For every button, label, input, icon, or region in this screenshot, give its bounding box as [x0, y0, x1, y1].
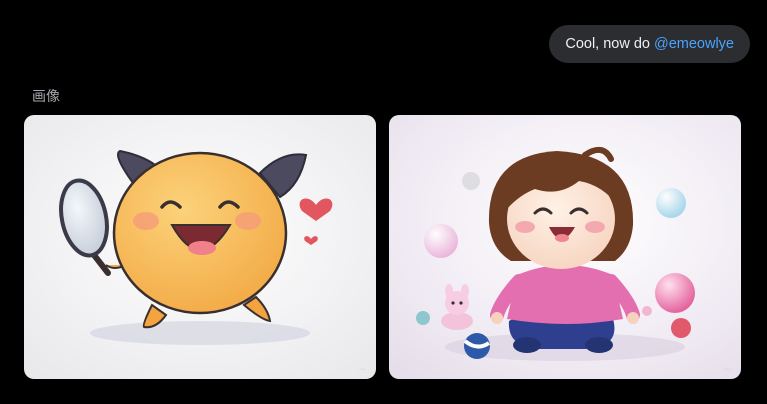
- user-message-bubble: Cool, now do @emeowlye: [549, 25, 750, 63]
- generated-image-1[interactable]: ···: [24, 115, 376, 379]
- girl-with-bubbles-illustration: [389, 115, 741, 379]
- images-section-label: 画像: [32, 88, 60, 104]
- watermark-mark: ···: [724, 366, 731, 373]
- watermark-mark: ···: [359, 366, 366, 373]
- user-mention-link[interactable]: @emeowlye: [654, 36, 734, 52]
- message-text: Cool, now do: [565, 36, 650, 52]
- yellow-creature-illustration: [24, 115, 376, 379]
- generated-image-2[interactable]: ···: [389, 115, 741, 379]
